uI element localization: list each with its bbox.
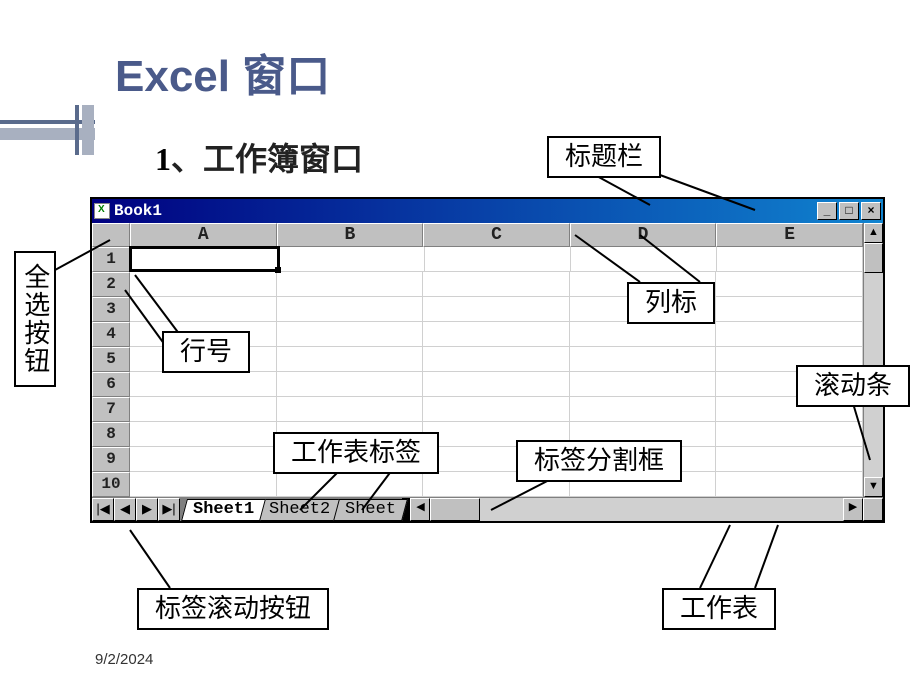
slide-date: 9/2/2024 [95,651,153,668]
row-header[interactable]: 1 [92,247,130,272]
cell[interactable] [130,397,277,421]
scroll-down-button[interactable]: ▼ [864,477,883,497]
tab-nav-buttons: |◀ ◀ ▶ ▶| [92,498,180,521]
cell[interactable] [423,372,570,396]
row-header[interactable]: 5 [92,347,130,372]
row-header[interactable]: 8 [92,422,130,447]
cell[interactable] [277,472,424,496]
cell[interactable] [279,247,425,271]
cell[interactable] [423,297,570,321]
cell[interactable] [277,297,424,321]
column-header[interactable]: C [423,223,570,247]
cell[interactable] [716,472,863,496]
cell[interactable] [717,247,863,271]
cell[interactable] [716,322,863,346]
sheet-tabs: Sheet1 Sheet2 Sheet [180,498,402,521]
callout-scrollbar: 滚动条 [796,365,910,407]
row-header[interactable]: 7 [92,397,130,422]
cell[interactable] [570,322,717,346]
tab-nav-last[interactable]: ▶| [158,498,180,521]
cell[interactable] [277,397,424,421]
scroll-thumb[interactable] [864,243,883,273]
cell[interactable] [423,322,570,346]
cell[interactable] [277,272,424,296]
cell-a1-active[interactable] [129,246,280,272]
cell[interactable] [425,247,571,271]
cell[interactable] [130,297,277,321]
window-title: Book1 [114,202,817,220]
callout-col-label: 列标 [627,282,715,324]
slide-title: Excel 窗口 [115,40,920,104]
column-header-row: A B C D E [92,223,863,247]
sheet-tab-1[interactable]: Sheet1 [181,499,266,521]
cell[interactable] [423,347,570,371]
cell[interactable] [716,447,863,471]
close-button[interactable]: × [861,202,881,220]
excel-app-icon [94,203,110,219]
cell[interactable] [130,272,277,296]
scroll-left-button[interactable]: ◀ [410,498,430,521]
cell[interactable] [277,322,424,346]
row-header[interactable]: 2 [92,272,130,297]
tab-nav-next[interactable]: ▶ [136,498,158,521]
cell[interactable] [571,247,717,271]
sheet-tab-2[interactable]: Sheet2 [257,499,342,521]
row-header[interactable]: 9 [92,447,130,472]
cell[interactable] [423,397,570,421]
column-header[interactable]: D [570,223,717,247]
callout-titlebar: 标题栏 [547,136,661,178]
cell[interactable] [716,272,863,296]
cell[interactable] [570,397,717,421]
cell[interactable] [130,422,277,446]
cell[interactable] [130,472,277,496]
callout-tab-scroll: 标签滚动按钮 [137,588,329,630]
minimize-button[interactable]: _ [817,202,837,220]
cell[interactable] [277,347,424,371]
hscroll-track[interactable] [430,498,843,521]
slide-subtitle: 1、工作簿窗口 [155,134,920,180]
vertical-scrollbar[interactable]: ▲ ▼ [863,223,883,497]
cell[interactable] [716,422,863,446]
tab-nav-first[interactable]: |◀ [92,498,114,521]
cell[interactable] [130,372,277,396]
scroll-right-button[interactable]: ▶ [843,498,863,521]
tab-nav-prev[interactable]: ◀ [114,498,136,521]
column-header[interactable]: B [277,223,424,247]
callout-select-all: 全选按钮 [14,251,56,387]
subtitle-number: 1 [155,141,171,177]
select-all-button[interactable] [92,223,130,247]
cell[interactable] [716,297,863,321]
scroll-corner [863,498,883,521]
window-titlebar[interactable]: Book1 _ □ × [92,199,883,223]
row-header[interactable]: 10 [92,472,130,497]
callout-row-num: 行号 [162,331,250,373]
column-header[interactable]: A [130,223,277,247]
subtitle-text: 、工作簿窗口 [171,141,363,177]
column-header[interactable]: E [716,223,863,247]
scroll-up-button[interactable]: ▲ [864,223,883,243]
cell[interactable] [277,372,424,396]
cell[interactable] [570,372,717,396]
row-header[interactable]: 6 [92,372,130,397]
callout-worksheet: 工作表 [662,588,776,630]
row-header[interactable]: 4 [92,322,130,347]
cell[interactable] [570,347,717,371]
row-header[interactable]: 3 [92,297,130,322]
cell[interactable] [423,272,570,296]
cell[interactable] [130,447,277,471]
callout-tab-split: 标签分割框 [516,440,682,482]
sheet-tab-3[interactable]: Sheet [333,499,408,521]
hscroll-thumb[interactable] [430,498,480,521]
callout-sheet-tab: 工作表标签 [273,432,439,474]
horizontal-scrollbar[interactable]: ◀ ▶ [410,498,863,521]
maximize-button[interactable]: □ [839,202,859,220]
